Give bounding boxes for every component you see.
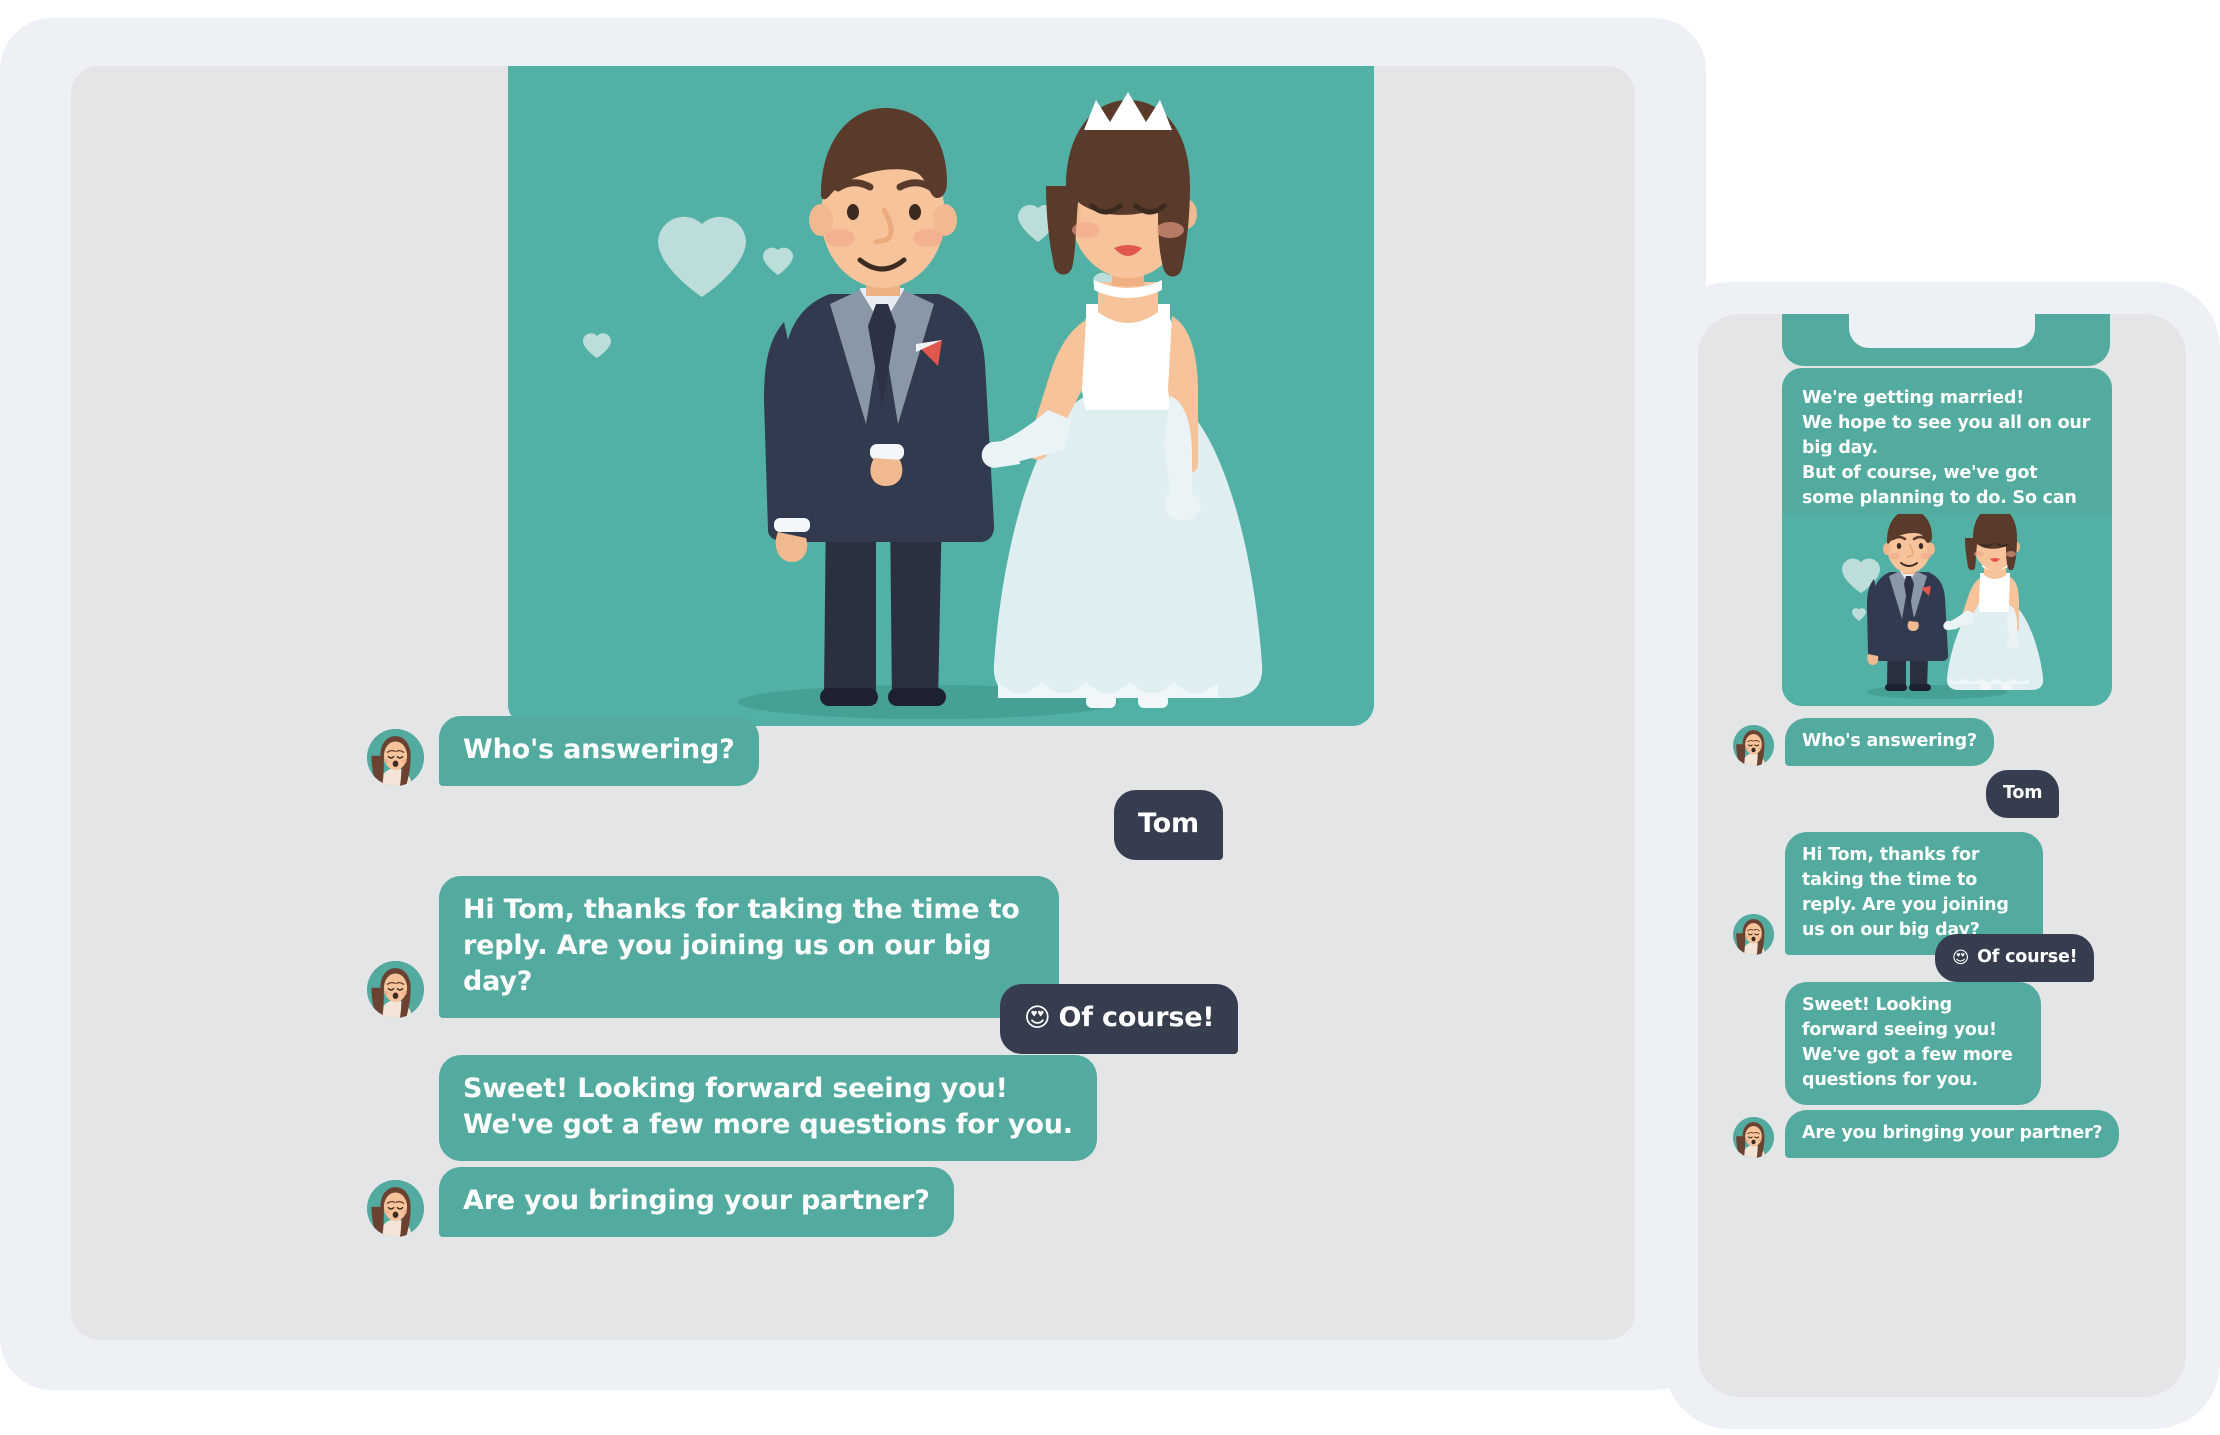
wedding-couple-illustration <box>508 66 1374 726</box>
intro-line-1: We're getting married! <box>1802 388 2024 408</box>
woman-avatar <box>1733 914 1774 955</box>
mockup-stage: Who's answering? Tom Hi Tom, thanks for … <box>0 0 2220 1435</box>
message-row: Who's answering? <box>367 716 759 786</box>
message-bubble-outgoing: Tom <box>1114 790 1223 860</box>
message-row: Are you bringing your partner? <box>1733 1110 2120 1158</box>
phone-device: We're getting married! We hope to see yo… <box>1664 282 2220 1429</box>
woman-avatar <box>367 1180 424 1237</box>
message-group: Sweet! Looking forward seeing you! We've… <box>367 1055 1097 1237</box>
message-text: Of course! <box>1977 947 2078 967</box>
message-row: Are you bringing your partner? <box>367 1167 954 1237</box>
message-line-2: We've got a few more questions for you. <box>463 1109 1073 1140</box>
phone-screen: We're getting married! We hope to see yo… <box>1698 314 2186 1397</box>
message-line-2: We've got a few more questions for you. <box>1802 1045 2013 1090</box>
message-bubble-incoming: Sweet! Looking forward seeing you! We've… <box>439 1055 1097 1161</box>
woman-avatar <box>1733 725 1774 766</box>
message-row: 😍 Of course! <box>1935 934 2095 982</box>
phone-notch <box>1849 314 2035 348</box>
message-row: Hi Tom, thanks for taking the time to re… <box>367 876 1059 1018</box>
woman-avatar <box>1733 1117 1774 1158</box>
heart-eyes-emoji-icon: 😍 <box>1952 948 1970 967</box>
message-bubble-outgoing: 😍 Of course! <box>1000 984 1239 1054</box>
woman-avatar <box>367 729 424 786</box>
message-group: Sweet! Looking forward seeing you! We've… <box>1733 982 2120 1158</box>
message-bubble-incoming: Are you bringing your partner? <box>439 1167 954 1237</box>
tablet-screen: Who's answering? Tom Hi Tom, thanks for … <box>71 66 1635 1340</box>
message-row: Who's answering? <box>1733 718 1994 766</box>
message-bubble-incoming: Sweet! Looking forward seeing you! We've… <box>1785 982 2041 1105</box>
intro-line-2: We hope to see you all on our big day. <box>1802 413 2091 458</box>
heart-eyes-emoji-icon: 😍 <box>1024 1003 1051 1033</box>
message-bubble-outgoing: 😍 Of course! <box>1935 934 2095 982</box>
wedding-couple-illustration <box>1782 514 2112 706</box>
message-row: Tom <box>1114 790 1223 860</box>
message-bubble-incoming: Who's answering? <box>1785 718 1994 766</box>
message-line-1: Sweet! Looking forward seeing you! <box>1802 995 1997 1040</box>
tablet-device: Who's answering? Tom Hi Tom, thanks for … <box>0 18 1706 1390</box>
message-row: Tom <box>1986 770 2060 818</box>
message-bubble-incoming: Hi Tom, thanks for taking the time to re… <box>439 876 1059 1018</box>
message-text: Of course! <box>1058 1002 1215 1033</box>
message-row: 😍 Of course! <box>1000 984 1239 1054</box>
woman-avatar <box>367 961 424 1018</box>
message-bubble-incoming: Are you bringing your partner? <box>1785 1110 2120 1158</box>
message-bubble-incoming: Who's answering? <box>439 716 759 786</box>
message-line-1: Sweet! Looking forward seeing you! <box>463 1073 1008 1104</box>
message-bubble-outgoing: Tom <box>1986 770 2060 818</box>
